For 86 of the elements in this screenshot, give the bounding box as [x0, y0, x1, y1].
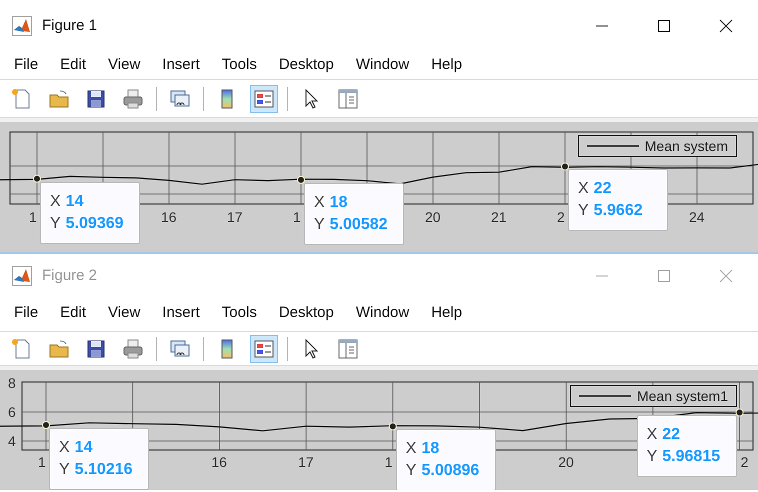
menu-item[interactable]: Desktop: [278, 54, 334, 77]
menu-item[interactable]: File: [14, 302, 38, 325]
linked-windows-icon: [169, 88, 191, 110]
datatip-axis-label: Y: [50, 214, 61, 234]
y-tick-label: 4: [8, 434, 16, 448]
window-title: Figure 2: [42, 266, 98, 286]
legend-label: Mean system: [644, 139, 728, 153]
datatip-value: 14: [74, 438, 92, 458]
property-inspector-icon: [337, 338, 359, 360]
legend-label: Mean system1: [636, 389, 728, 403]
legend-line-icon: [586, 145, 639, 147]
datatip-axis-label: X: [59, 438, 70, 458]
window-title: Figure 1: [42, 16, 98, 36]
x-tick-label: 2: [557, 210, 565, 224]
legend-icon: [253, 88, 275, 110]
x-tick-label: 17: [227, 210, 243, 224]
menu-item[interactable]: Edit: [60, 302, 86, 325]
x-tick-label: 20: [425, 210, 441, 224]
x-tick-label: 16: [161, 210, 177, 224]
y-tick-label: 8: [8, 376, 16, 390]
x-tick-label: 1: [38, 455, 46, 469]
x-tick-label: 1: [384, 455, 393, 469]
datatip-value: 14: [66, 192, 84, 212]
datatip-axis-label: X: [406, 439, 416, 460]
menu-item[interactable]: Edit: [60, 54, 86, 77]
datatip-axis-label: X: [314, 192, 325, 213]
datatip-value: 22: [662, 425, 680, 446]
printer-icon: [122, 338, 144, 360]
legend-line-icon: [578, 395, 631, 397]
data-point-marker[interactable]: [42, 421, 50, 430]
datatip-axis-label: X: [646, 425, 658, 446]
datatip-axis-label: X: [578, 179, 589, 200]
data-point-marker[interactable]: [297, 176, 305, 184]
datatip-value: 5.9662: [594, 201, 643, 222]
x-tick-label: 1: [293, 210, 301, 224]
x-tick-label: 20: [558, 455, 574, 469]
menu-item[interactable]: Desktop: [278, 302, 334, 325]
datatip-axis-label: X: [50, 192, 61, 212]
y-tick-label: 6: [8, 405, 16, 419]
folder-icon: [48, 338, 70, 360]
x-tick-label: 2: [740, 455, 748, 469]
app-logo-icon: [12, 266, 32, 286]
toolbar-button[interactable]: [250, 84, 278, 112]
legend-icon: [253, 338, 275, 360]
folder-icon: [48, 88, 70, 110]
datatip-value: 5.09369: [66, 214, 124, 234]
menu-item[interactable]: Insert: [162, 302, 200, 325]
save-icon: [85, 338, 107, 360]
datatip-axis-label: Y: [314, 214, 325, 235]
legend-box[interactable]: Mean system1: [570, 385, 737, 407]
datatip-axis-label: Y: [59, 460, 70, 480]
x-tick-label: 17: [298, 455, 314, 469]
menu-item[interactable]: File: [14, 54, 38, 77]
data-point-marker[interactable]: [33, 174, 41, 183]
datatip-value: 18: [421, 439, 440, 460]
datatip-value: 5.96815: [662, 447, 720, 468]
toolbar-button[interactable]: [250, 334, 278, 362]
linked-windows-icon: [169, 338, 191, 360]
x-tick-label: 21: [491, 210, 507, 224]
datatip-axis-label: Y: [578, 201, 589, 222]
x-tick-label: 24: [689, 210, 705, 224]
printer-icon: [122, 88, 144, 110]
datatip-value: 5.00582: [330, 214, 388, 235]
menu-item[interactable]: Tools: [222, 302, 257, 325]
datatip-axis-label: Y: [646, 447, 658, 468]
datatip-axis-label: Y: [406, 461, 416, 482]
menu-item[interactable]: Help: [431, 302, 462, 325]
menu-item[interactable]: Window: [356, 302, 410, 325]
save-icon: [85, 88, 107, 110]
legend-box[interactable]: Mean system: [578, 135, 737, 157]
data-point-marker[interactable]: [388, 422, 397, 430]
datatip-value: 22: [594, 179, 612, 200]
datatip-value: 18: [330, 192, 348, 213]
menu-item[interactable]: View: [108, 54, 140, 77]
data-point-marker[interactable]: [736, 408, 744, 416]
property-inspector-icon: [337, 88, 359, 110]
x-tick-label: 16: [211, 455, 227, 469]
menu-item[interactable]: View: [108, 302, 140, 325]
app-logo-icon: [12, 16, 32, 36]
datatip-value: 5.00896: [421, 461, 480, 482]
menu-item[interactable]: Tools: [222, 54, 257, 77]
datatip-value: 5.10216: [74, 460, 133, 480]
menu-item[interactable]: Insert: [162, 54, 200, 77]
menu-item[interactable]: Window: [356, 54, 410, 77]
menu-item[interactable]: Help: [431, 54, 462, 77]
x-tick-label: 1: [29, 210, 37, 224]
